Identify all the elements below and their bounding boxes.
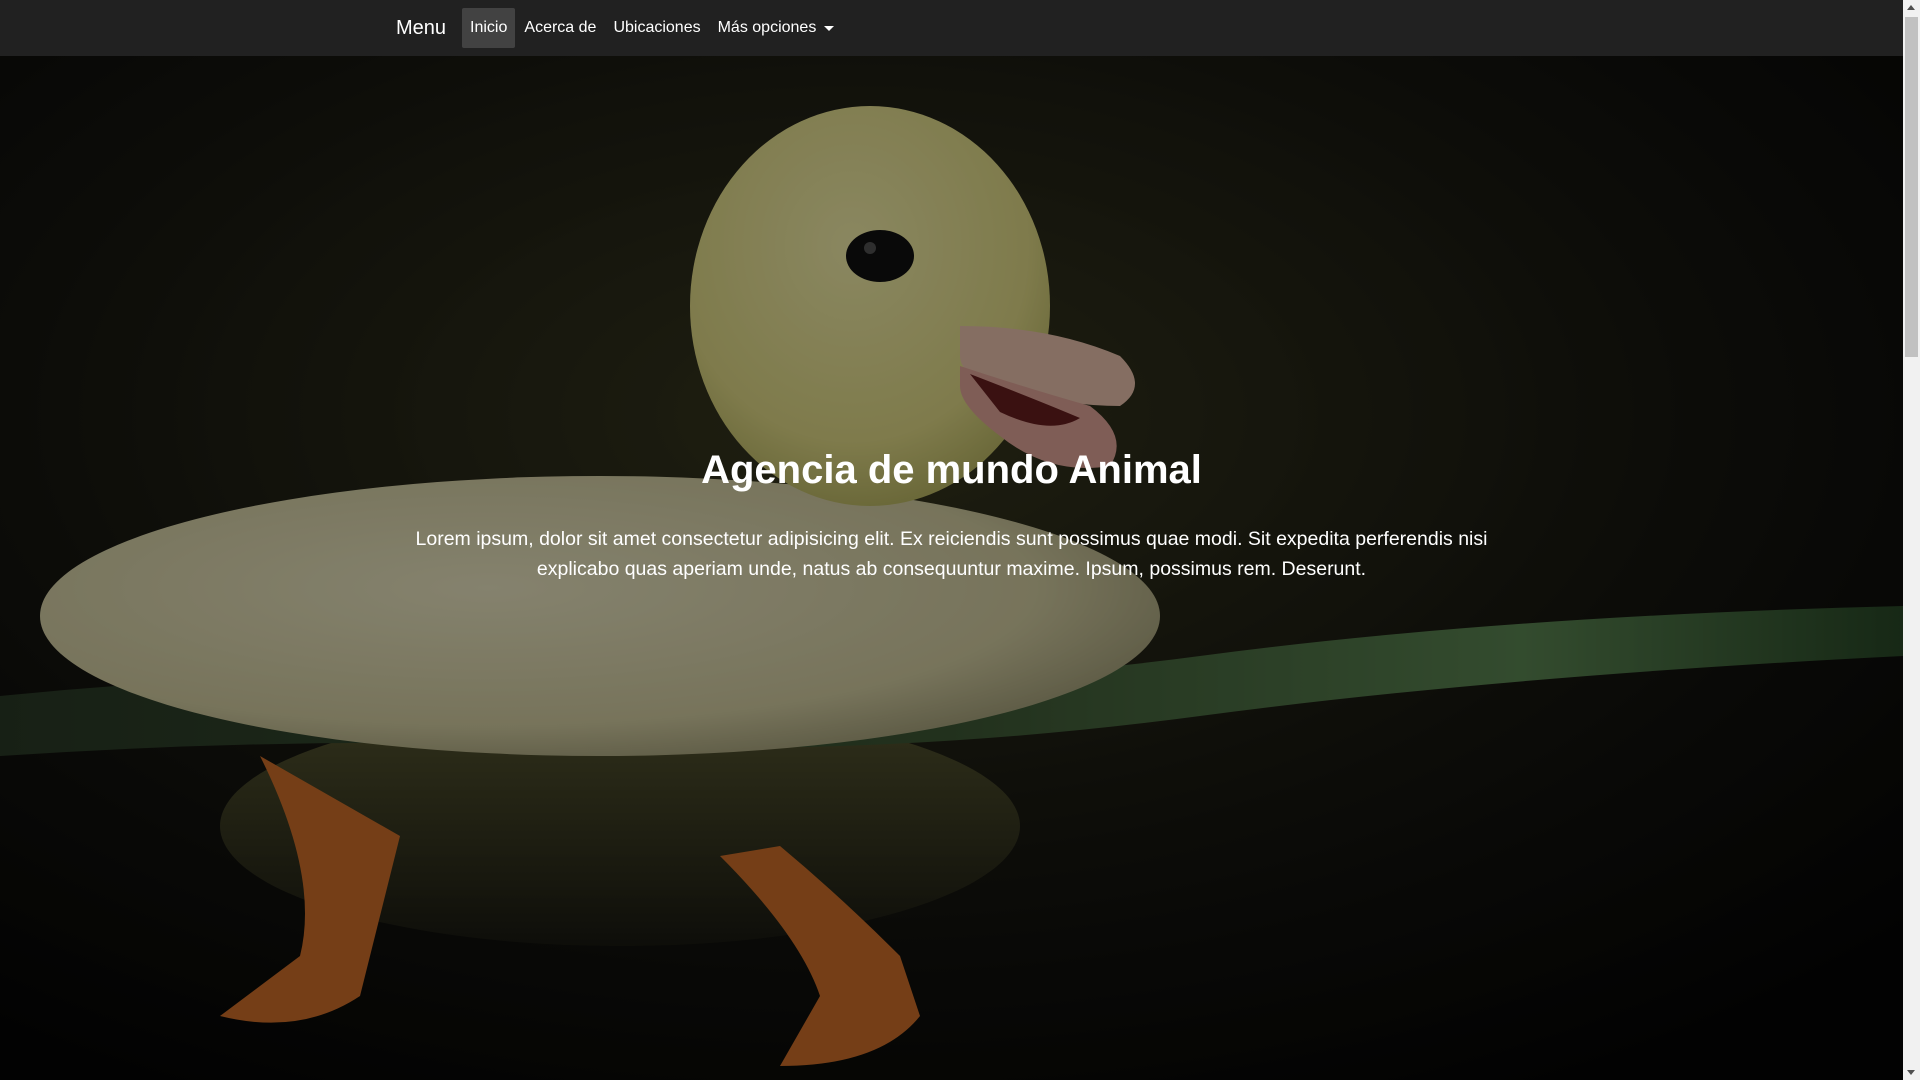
hero-title: Agencia de mundo Animal — [701, 448, 1202, 492]
nav-item-mas-opciones-label: Más opciones — [717, 19, 817, 36]
page: Menu Inicio Acerca de Ubicaciones Más op… — [0, 0, 1920, 1080]
navbar-container: Menu Inicio Acerca de Ubicaciones Más op… — [396, 0, 843, 56]
top-navbar: Menu Inicio Acerca de Ubicaciones Más op… — [0, 0, 1903, 56]
nav-item-mas-opciones[interactable]: Más opciones — [710, 8, 843, 48]
hero-content: Agencia de mundo Animal Lorem ipsum, dol… — [400, 446, 1503, 584]
navbar-brand[interactable]: Menu — [396, 17, 446, 40]
nav-item-acerca-de[interactable]: Acerca de — [516, 8, 604, 48]
vertical-scrollbar[interactable] — [1903, 0, 1920, 1080]
scroll-down-arrow-icon[interactable] — [1907, 1070, 1915, 1075]
hero-description: Lorem ipsum, dolor sit amet consectetur … — [415, 528, 1488, 580]
scroll-up-arrow-icon[interactable] — [1907, 5, 1915, 10]
hero-section: Agencia de mundo Animal Lorem ipsum, dol… — [0, 56, 1903, 1080]
dropdown-caret-icon — [824, 25, 835, 31]
nav-item-inicio[interactable]: Inicio — [462, 8, 516, 48]
nav-item-ubicaciones[interactable]: Ubicaciones — [605, 8, 708, 48]
scrollbar-thumb[interactable] — [1905, 17, 1918, 357]
